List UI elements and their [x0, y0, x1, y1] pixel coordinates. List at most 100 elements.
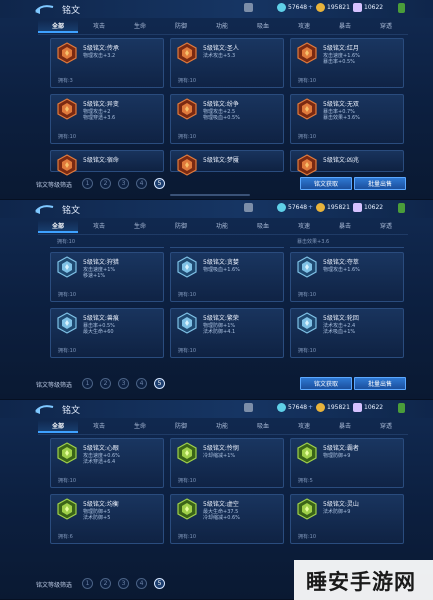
tab-5[interactable]: 吸血 [243, 420, 283, 433]
card-partial[interactable]: 拥有:10 [50, 236, 164, 248]
bulk-sell-button[interactable]: 批量出售 [354, 377, 406, 390]
tab-2[interactable]: 生命 [120, 20, 160, 33]
tab-2[interactable]: 生命 [120, 420, 160, 433]
tab-6[interactable]: 攻速 [284, 420, 324, 433]
inscription-card[interactable]: 5级铭文:轮回 法术攻击+2.4 法术吸血+1% 拥有:10 [290, 308, 404, 358]
inscription-card[interactable]: 5级铭文:虚空 最大生命+37.5 冷却缩减+0.6% 拥有:10 [170, 494, 284, 544]
menu-icon[interactable] [398, 3, 405, 13]
tab-4[interactable]: 功能 [202, 420, 242, 433]
inscription-blue-icon [297, 312, 317, 334]
level-filter-3[interactable]: 3 [118, 378, 129, 389]
back-icon[interactable] [33, 203, 55, 215]
level-filter-5[interactable]: 5 [154, 178, 165, 189]
inscription-card[interactable]: 5级铭文:凶兆 [290, 150, 404, 176]
level-filter-4[interactable]: 4 [136, 578, 147, 589]
inscription-blue-icon [57, 312, 77, 334]
level-filter-3[interactable]: 3 [118, 178, 129, 189]
tab-1[interactable]: 攻击 [79, 220, 119, 233]
inscription-card[interactable]: 5级铭文:霸者 物理防御+9 拥有:5 [290, 438, 404, 488]
inscription-card[interactable]: 5级铭文:怜悯 冷却缩减+1% 拥有:10 [170, 438, 284, 488]
level-filter-3[interactable]: 3 [118, 578, 129, 589]
back-icon[interactable] [33, 3, 55, 15]
inscription-card[interactable]: 5级铭文:梦魇 [170, 150, 284, 176]
inscription-card[interactable]: 5级铭文:纷争 物理攻击+2.5 物理吸血+0.5% 拥有:10 [170, 94, 284, 144]
inscription-card[interactable]: 5级铭文:贪婪 物理吸血+1.6% 拥有:10 [170, 252, 284, 302]
level-filter-2[interactable]: 2 [100, 178, 111, 189]
level-filter-4[interactable]: 4 [136, 178, 147, 189]
card-partial[interactable]: 暴击效果+3.6 [290, 236, 404, 248]
menu-icon[interactable] [398, 403, 405, 413]
tab-8[interactable]: 穿透 [366, 420, 406, 433]
inscription-attribute: 物理防御+9 [323, 453, 351, 459]
inscription-name: 5级铭文:兽痕 [83, 315, 119, 322]
owned-count: 拥有:10 [298, 348, 317, 354]
inscription-red-icon [57, 42, 77, 64]
tab-0[interactable]: 全部 [38, 20, 78, 33]
inscription-attribute: 暴击效果+3.6% [323, 115, 360, 121]
coupon-count: 57648 [288, 404, 308, 411]
tab-1[interactable]: 攻击 [79, 20, 119, 33]
level-filter-1[interactable]: 1 [82, 378, 93, 389]
inscription-card[interactable]: 5级铭文:宿命 [50, 150, 164, 176]
inscription-blue-icon [297, 256, 317, 278]
card-partial[interactable] [170, 236, 284, 248]
rank-badge-icon [244, 3, 253, 12]
tab-3[interactable]: 防御 [161, 220, 201, 233]
inscription-card[interactable]: 5级铭文:夺萃 物理攻击+1.6% 拥有:10 [290, 252, 404, 302]
owned-count: 拥有:10 [178, 292, 197, 298]
card-partial-text: 拥有:10 [57, 239, 76, 245]
level-filter-4[interactable]: 4 [136, 378, 147, 389]
add-coupon-icon[interactable]: + [308, 4, 313, 11]
tab-4[interactable]: 功能 [202, 220, 242, 233]
bulk-sell-button[interactable]: 批量出售 [354, 177, 406, 190]
inscription-card[interactable]: 5级铭文:灵山 法术防御+9 拥有:10 [290, 494, 404, 544]
inscription-card[interactable]: 5级铭文:狩猎 攻击速度+1% 移速+1% 拥有:10 [50, 252, 164, 302]
back-icon[interactable] [33, 403, 55, 415]
owned-count: 拥有:10 [178, 134, 197, 140]
scrollbar[interactable] [170, 194, 250, 196]
inscription-card[interactable]: 5级铭文:繁荣 物理防御+1% 法术防御+4.1 拥有:10 [170, 308, 284, 358]
tab-3[interactable]: 防御 [161, 20, 201, 33]
level-filter-2[interactable]: 2 [100, 578, 111, 589]
inscription-green-icon [177, 498, 197, 520]
get-inscription-button[interactable]: 铭文获取 [300, 377, 352, 390]
tab-8[interactable]: 穿透 [366, 220, 406, 233]
level-filter-5[interactable]: 5 [154, 378, 165, 389]
tab-0[interactable]: 全部 [38, 420, 78, 433]
owned-count: 拥有:10 [58, 292, 77, 298]
menu-icon[interactable] [398, 203, 405, 213]
owned-count: 拥有:10 [178, 478, 197, 484]
tab-4[interactable]: 功能 [202, 20, 242, 33]
rank-badge-icon [244, 403, 253, 412]
level-filter-2[interactable]: 2 [100, 378, 111, 389]
tab-2[interactable]: 生命 [120, 220, 160, 233]
inscription-card[interactable]: 5级铭文:心眼 攻击速度+0.6% 法术穿透+6.4 拥有:10 [50, 438, 164, 488]
tab-3[interactable]: 防御 [161, 420, 201, 433]
level-filter-5[interactable]: 5 [154, 578, 165, 589]
level-filter-1[interactable]: 1 [82, 178, 93, 189]
add-coupon-icon[interactable]: + [308, 404, 313, 411]
tab-5[interactable]: 吸血 [243, 220, 283, 233]
tab-5[interactable]: 吸血 [243, 20, 283, 33]
inscription-card[interactable]: 5级铭文:红月 攻击速度+1.6% 暴击率+0.5% 拥有:10 [290, 38, 404, 88]
inscription-red-icon [57, 98, 77, 120]
inscription-card[interactable]: 5级铭文:无双 暴击率+0.7% 暴击效果+3.6% 拥有:10 [290, 94, 404, 144]
inscription-card[interactable]: 5级铭文:异变 物理攻击+2 物理穿透+3.6 拥有:10 [50, 94, 164, 144]
tab-8[interactable]: 穿透 [366, 20, 406, 33]
tab-0[interactable]: 全部 [38, 220, 78, 233]
get-inscription-button[interactable]: 铭文获取 [300, 177, 352, 190]
tab-7[interactable]: 暴击 [325, 20, 365, 33]
inscription-name: 5级铭文:繁荣 [203, 315, 239, 322]
tab-7[interactable]: 暴击 [325, 420, 365, 433]
tab-1[interactable]: 攻击 [79, 420, 119, 433]
tab-6[interactable]: 攻速 [284, 220, 324, 233]
tab-7[interactable]: 暴击 [325, 220, 365, 233]
inscription-card[interactable]: 5级铭文:兽痕 暴击率+0.5% 最大生命+60 拥有:10 [50, 308, 164, 358]
level-filter-1[interactable]: 1 [82, 578, 93, 589]
inscription-card[interactable]: 5级铭文:传承 物理攻击+3.2 拥有:3 [50, 38, 164, 88]
inscription-card[interactable]: 5级铭文:圣人 法术攻击+5.3 拥有:10 [170, 38, 284, 88]
owned-count: 拥有:10 [58, 134, 77, 140]
inscription-card[interactable]: 5级铭文:均衡 物理防御+5 法术防御+5 拥有:6 [50, 494, 164, 544]
add-coupon-icon[interactable]: + [308, 204, 313, 211]
tab-6[interactable]: 攻速 [284, 20, 324, 33]
